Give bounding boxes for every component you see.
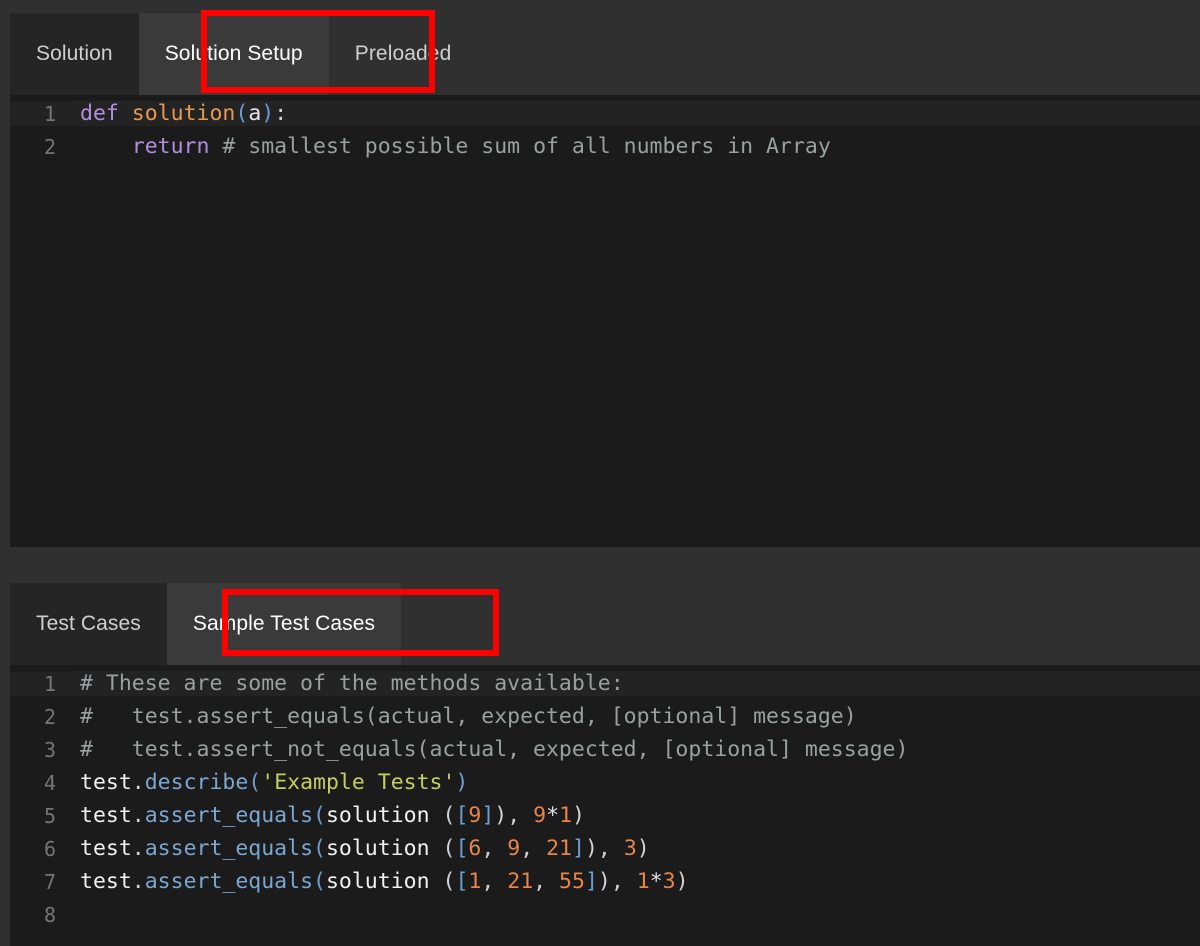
line-content: return # smallest possible sum of all nu… [131,134,831,159]
test-tabstrip: Test Cases Sample Test Cases [0,570,1200,665]
code-line: 1 # These are some of the methods availa… [10,667,1200,700]
solution-tabstrip-panel: Solution Solution Setup Preloaded [0,0,1200,95]
tab-solution[interactable]: Solution [10,13,139,95]
code-editor-window: Solution Solution Setup Preloaded 1 def … [0,0,1200,946]
line-content: test.assert_equals(solution ([6, 9, 21])… [80,836,650,861]
tab-preloaded[interactable]: Preloaded [328,13,478,95]
line-content: # test.assert_equals(actual, expected, [… [80,704,857,729]
solution-tabstrip: Solution Solution Setup Preloaded [0,0,1200,95]
code-line: 6 test.assert_equals(solution ([6, 9, 21… [10,832,1200,865]
code-line: 8 [10,898,1200,931]
tab-solution-setup[interactable]: Solution Setup [138,13,329,95]
line-number: 8 [43,902,56,927]
line-number: 3 [43,737,56,762]
line-number: 4 [43,770,56,795]
line-number: 7 [43,869,56,894]
line-content: test.describe('Example Tests') [80,770,469,795]
code-line: 2 return # smallest possible sum of all … [10,130,1200,163]
line-content: # test.assert_not_equals(actual, expecte… [80,737,909,762]
line-content: test.assert_equals(solution ([1, 21, 55]… [80,869,689,894]
code-line: 7 test.assert_equals(solution ([1, 21, 5… [10,865,1200,898]
line-content: test.assert_equals(solution ([9]), 9*1) [80,803,585,828]
code-line: 5 test.assert_equals(solution ([9]), 9*1… [10,799,1200,832]
code-line: 2 # test.assert_equals(actual, expected,… [10,700,1200,733]
code-line: 4 test.describe('Example Tests') [10,766,1200,799]
tab-sample-test-cases[interactable]: Sample Test Cases [166,583,402,665]
code-line: 3 # test.assert_not_equals(actual, expec… [10,733,1200,766]
line-number: 1 [10,101,72,126]
test-tabstrip-panel: Test Cases Sample Test Cases [0,570,1200,665]
solution-setup-code-editor[interactable]: 1 def solution(a): 2 return # smallest p… [10,95,1200,547]
line-number: 1 [10,671,72,696]
line-content: def solution(a): [72,101,1200,126]
line-number: 2 [43,704,56,729]
line-content: # These are some of the methods availabl… [72,671,1200,696]
tab-test-cases[interactable]: Test Cases [10,583,167,665]
line-number: 6 [43,836,56,861]
code-line: 1 def solution(a): [10,97,1200,130]
line-number: 2 [43,134,56,159]
line-number: 5 [43,803,56,828]
sample-test-cases-code-editor[interactable]: 1 # These are some of the methods availa… [10,665,1200,946]
